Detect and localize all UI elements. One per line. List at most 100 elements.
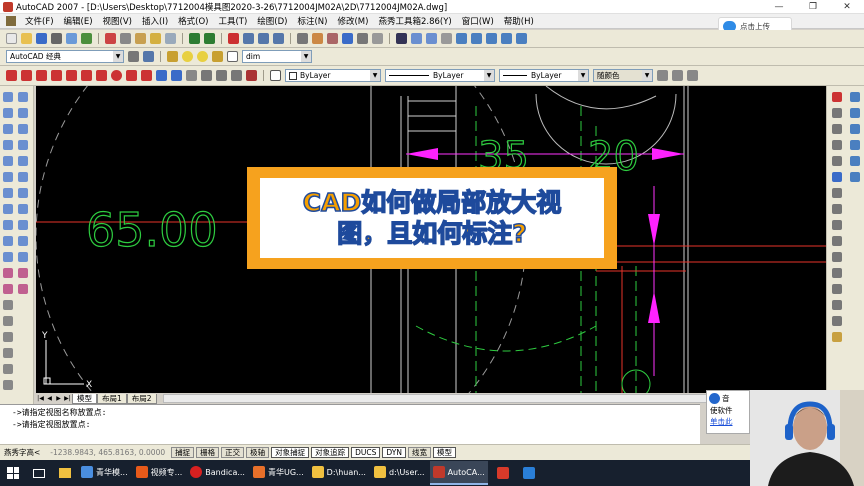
yanxiu-tool-icon[interactable] bbox=[3, 108, 13, 118]
yanxiu-tool-icon[interactable] bbox=[3, 252, 13, 262]
zoom-realtime-icon[interactable] bbox=[243, 33, 254, 44]
insert-block-icon[interactable] bbox=[156, 70, 167, 81]
pinned-app[interactable] bbox=[518, 462, 540, 484]
sheet-set-icon[interactable] bbox=[342, 33, 353, 44]
yanxiu-tool-icon[interactable] bbox=[3, 236, 13, 246]
design-center-icon[interactable] bbox=[312, 33, 323, 44]
rectangle-icon[interactable] bbox=[81, 70, 92, 81]
ortho-toggle[interactable]: 正交 bbox=[221, 447, 245, 458]
fillet-icon[interactable] bbox=[832, 316, 842, 326]
layer-tool-icon[interactable] bbox=[850, 92, 860, 102]
front-view-icon[interactable] bbox=[471, 33, 482, 44]
yanxiu-tool-icon[interactable] bbox=[18, 172, 28, 182]
layer-color-icon[interactable] bbox=[227, 51, 238, 62]
menu-dimension[interactable]: 标注(N) bbox=[292, 15, 332, 27]
menu-format[interactable]: 格式(O) bbox=[173, 15, 213, 27]
layer-freeze-icon[interactable] bbox=[197, 51, 208, 62]
close-button[interactable]: ✕ bbox=[830, 0, 864, 14]
chamfer-icon[interactable] bbox=[832, 300, 842, 310]
chevron-down-icon[interactable]: ▼ bbox=[578, 70, 588, 81]
menu-view[interactable]: 视图(V) bbox=[98, 15, 137, 27]
menu-window[interactable]: 窗口(W) bbox=[457, 15, 499, 27]
taskbar-item[interactable]: 青华UG... bbox=[250, 461, 307, 485]
taskbar-item[interactable]: d:\User... bbox=[371, 461, 428, 485]
region-icon[interactable] bbox=[216, 70, 227, 81]
menu-edit[interactable]: 编辑(E) bbox=[59, 15, 98, 27]
menu-tools[interactable]: 工具(T) bbox=[213, 15, 252, 27]
move-icon[interactable] bbox=[832, 172, 842, 182]
snap-toggle[interactable]: 捕捉 bbox=[171, 447, 195, 458]
help-icon[interactable] bbox=[396, 33, 407, 44]
document-icon[interactable] bbox=[6, 16, 16, 26]
next-tab-icon[interactable]: ▶ bbox=[54, 395, 63, 402]
grid-toggle[interactable]: 栅格 bbox=[196, 447, 220, 458]
iso-view-icon[interactable] bbox=[501, 33, 512, 44]
layer-lock-icon[interactable] bbox=[212, 51, 223, 62]
yanxiu-tool-icon[interactable] bbox=[18, 268, 28, 278]
yanxiu-tool-icon[interactable] bbox=[18, 156, 28, 166]
lineweight-select[interactable]: ByLayer ▼ bbox=[499, 69, 589, 82]
array-icon[interactable] bbox=[832, 156, 842, 166]
notification-link[interactable]: 单击此 bbox=[707, 416, 749, 427]
yanxiu-tool-icon[interactable] bbox=[3, 300, 13, 310]
osnap-toggle[interactable]: 对象捕捉 bbox=[271, 447, 310, 458]
layer-tool-icon[interactable] bbox=[850, 172, 860, 182]
last-tab-icon[interactable]: ▶| bbox=[63, 395, 72, 402]
grid-view-icon[interactable] bbox=[441, 33, 452, 44]
copy-icon[interactable] bbox=[120, 33, 131, 44]
circle-icon[interactable] bbox=[111, 70, 122, 81]
yanxiu-tool-icon[interactable] bbox=[18, 140, 28, 150]
notification-popup[interactable]: 音 使软件 单击此 bbox=[706, 390, 750, 434]
menu-insert[interactable]: 插入(I) bbox=[137, 15, 173, 27]
view-icon[interactable] bbox=[411, 33, 422, 44]
color-select[interactable]: ByLayer ▼ bbox=[285, 69, 381, 82]
make-block-icon[interactable] bbox=[171, 70, 182, 81]
redo-icon[interactable] bbox=[204, 33, 215, 44]
ray-icon[interactable] bbox=[21, 70, 32, 81]
color-swatch-icon[interactable] bbox=[270, 70, 281, 81]
ellipse-icon[interactable] bbox=[141, 70, 152, 81]
polar-toggle[interactable]: 极轴 bbox=[246, 447, 270, 458]
plot-style-select[interactable]: 随颜色 ▼ bbox=[593, 69, 653, 82]
calculator-icon[interactable] bbox=[372, 33, 383, 44]
yanxiu-tool-icon[interactable] bbox=[3, 124, 13, 134]
yanxiu-tool-icon[interactable] bbox=[3, 268, 13, 278]
yanxiu-tool-icon[interactable] bbox=[3, 284, 13, 294]
undo-icon[interactable] bbox=[189, 33, 200, 44]
print-icon[interactable] bbox=[51, 33, 62, 44]
line-icon[interactable] bbox=[6, 70, 17, 81]
save-icon[interactable] bbox=[36, 33, 47, 44]
first-tab-icon[interactable]: |◀ bbox=[36, 395, 45, 402]
multiline-text-icon[interactable] bbox=[246, 70, 257, 81]
menu-draw[interactable]: 绘图(D) bbox=[252, 15, 292, 27]
yanxiu-tool-icon[interactable] bbox=[18, 92, 28, 102]
explorer-pinned[interactable] bbox=[54, 462, 76, 484]
publish-icon[interactable] bbox=[81, 33, 92, 44]
match-properties-icon[interactable] bbox=[150, 33, 161, 44]
dyn-toggle[interactable]: DYN bbox=[382, 447, 406, 458]
taskbar-item[interactable]: 青华模... bbox=[78, 461, 131, 485]
tab-layout2[interactable]: 布局2 bbox=[126, 393, 157, 404]
trim-icon[interactable] bbox=[832, 236, 842, 246]
workspace-select[interactable]: AutoCAD 经典 ▼ bbox=[6, 50, 124, 63]
new-file-icon[interactable] bbox=[6, 33, 17, 44]
construction-line-icon[interactable] bbox=[36, 70, 47, 81]
chevron-down-icon[interactable]: ▼ bbox=[301, 51, 311, 62]
workspace-save-icon[interactable] bbox=[143, 51, 154, 62]
point-icon[interactable] bbox=[186, 70, 197, 81]
yanxiu-tool-icon[interactable] bbox=[3, 364, 13, 374]
cut-icon[interactable] bbox=[105, 33, 116, 44]
yanxiu-tool-icon[interactable] bbox=[18, 220, 28, 230]
top-view-icon[interactable] bbox=[456, 33, 467, 44]
paste-icon[interactable] bbox=[135, 33, 146, 44]
model-toggle[interactable]: 模型 bbox=[432, 447, 456, 458]
mirror-icon[interactable] bbox=[832, 124, 842, 134]
layer-tool-icon[interactable] bbox=[850, 156, 860, 166]
layer-tool-icon[interactable] bbox=[850, 108, 860, 118]
menu-yanxiu-toolbox[interactable]: 燕秀工具箱2.86(Y) bbox=[373, 15, 456, 27]
yanxiu-tool-icon[interactable] bbox=[3, 348, 13, 358]
stretch-icon[interactable] bbox=[832, 220, 842, 230]
print-preview-icon[interactable] bbox=[66, 33, 77, 44]
yanxiu-tool-icon[interactable] bbox=[3, 140, 13, 150]
markup-icon[interactable] bbox=[357, 33, 368, 44]
